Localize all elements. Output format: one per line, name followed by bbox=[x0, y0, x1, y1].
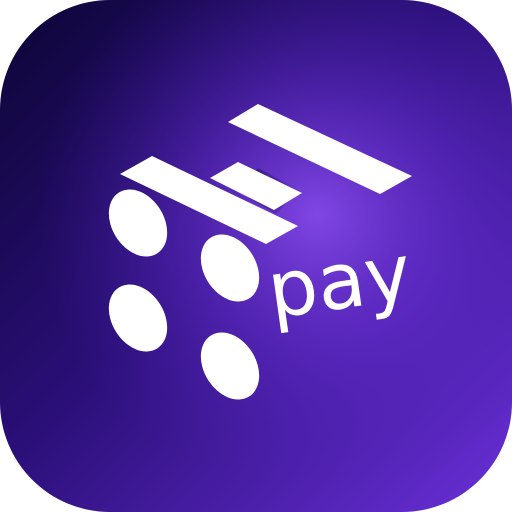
icon-glow bbox=[0, 0, 512, 512]
app-icon[interactable]: Pay bbox=[0, 0, 512, 512]
app-icon-graphic: Pay bbox=[0, 0, 512, 512]
